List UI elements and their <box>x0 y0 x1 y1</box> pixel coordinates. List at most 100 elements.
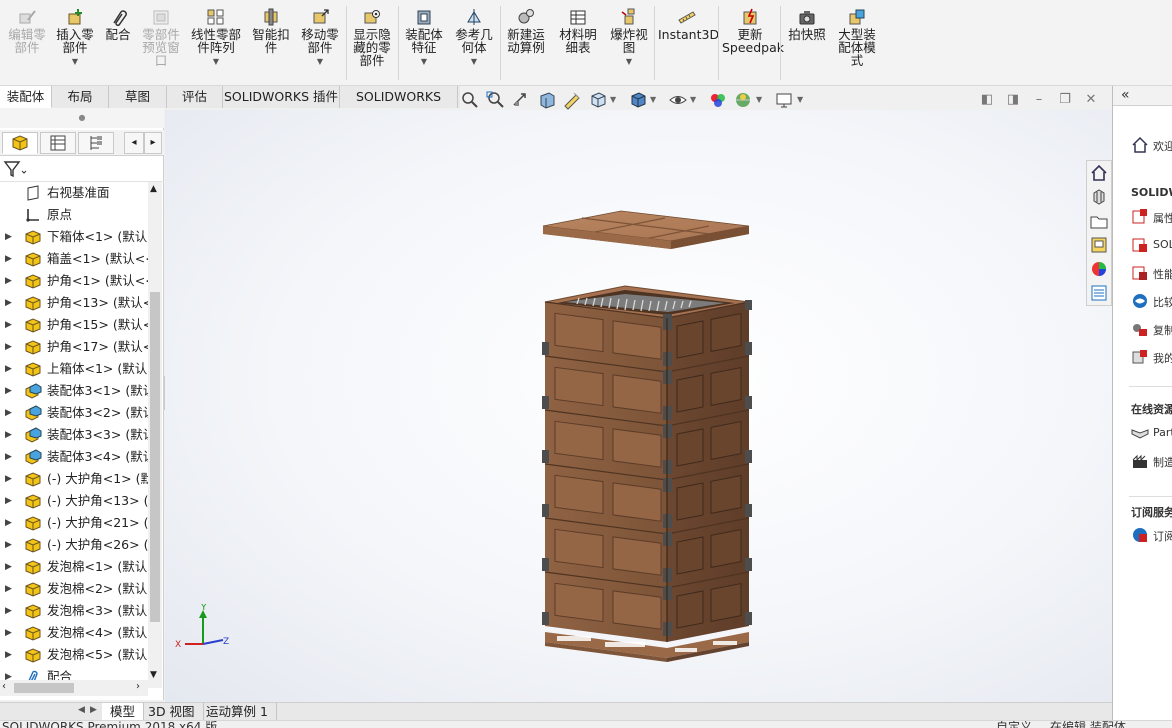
expand-arrow-icon[interactable]: ▶ <box>5 622 12 644</box>
bill-of-materials-button[interactable]: 材料明 细表 <box>554 8 602 54</box>
tab-sketch[interactable]: 草图 <box>109 86 167 108</box>
expand-arrow-icon[interactable]: ▶ <box>5 424 12 446</box>
tree-item[interactable]: ▶ 发泡棉<2> (默认< <box>0 578 148 600</box>
instant3d-button[interactable]: Instant3D <box>658 8 719 41</box>
expand-arrow-icon[interactable]: ▶ <box>5 468 12 490</box>
assembly-features-button[interactable]: 装配体 特征 ▼ <box>400 8 448 68</box>
update-speedpak-button[interactable]: 更新 Speedpak <box>722 8 784 54</box>
tree-item[interactable]: 原点 <box>0 204 148 226</box>
large-assembly-mode-button[interactable]: 大型装 配体模 式 <box>832 8 882 67</box>
expand-arrow-icon[interactable]: ▶ <box>5 490 12 512</box>
box-stack-body[interactable] <box>542 300 752 642</box>
featuremanager-tab[interactable] <box>2 132 38 154</box>
take-snapshot-button[interactable]: 拍快照 <box>784 8 830 41</box>
expand-arrow-icon[interactable]: ▶ <box>5 292 12 314</box>
expand-arrow-icon[interactable]: ▶ <box>5 644 12 666</box>
expand-arrow-icon[interactable]: ▶ <box>5 270 12 292</box>
tree-item[interactable]: ▶ 护角<13> (默认< <box>0 292 148 314</box>
reference-geometry-dropdown-icon[interactable]: ▼ <box>450 55 498 68</box>
tile-right-icon[interactable]: ◨ <box>1006 93 1020 107</box>
tree-item[interactable]: ▶ (-) 大护角<26> (默 <box>0 534 148 556</box>
view-settings-monitor-icon[interactable] <box>774 90 794 110</box>
expand-arrow-icon[interactable]: ▶ <box>5 578 12 600</box>
tree-item[interactable]: ▶ 护角<15> (默认< <box>0 314 148 336</box>
tree-item[interactable]: ▶ 发泡棉<1> (默认< <box>0 556 148 578</box>
box-lid[interactable] <box>542 210 750 249</box>
previous-view-icon[interactable] <box>511 90 531 110</box>
restore-icon[interactable]: ❐ <box>1058 93 1072 107</box>
tab-solidworks-addins[interactable]: SOLIDWORKS 插件 <box>223 86 340 108</box>
hide-show-dropdown-icon[interactable]: ▼ <box>690 95 696 104</box>
tree-item[interactable]: ▶ (-) 大护角<21> (默 <box>0 512 148 534</box>
tree-item[interactable]: ▶ 上箱体<1> (默认< <box>0 358 148 380</box>
tab-evaluate[interactable]: 评估 <box>167 86 223 108</box>
apply-scene-dropdown-icon[interactable]: ▼ <box>756 95 762 104</box>
panel-scroll-right-icon[interactable]: ▸ <box>144 132 162 154</box>
tree-item[interactable]: ▶ 装配体3<4> (默认 <box>0 446 148 468</box>
expand-arrow-icon[interactable]: ▶ <box>5 336 12 358</box>
hide-show-items-icon[interactable] <box>668 90 688 110</box>
tab-layout[interactable]: 布局 <box>52 86 109 108</box>
file-explorer-folder-icon[interactable] <box>1089 211 1109 231</box>
edit-appearance-icon[interactable] <box>708 90 728 110</box>
scroll-up-icon[interactable]: ▲ <box>150 184 157 194</box>
tab-model[interactable]: 模型 <box>102 703 145 720</box>
expand-arrow-icon[interactable]: ▶ <box>5 380 12 402</box>
horizontal-scroll-thumb[interactable] <box>14 683 74 693</box>
move-component-dropdown-icon[interactable]: ▼ <box>296 55 344 68</box>
tree-item[interactable]: ▶ 箱盖<1> (默认<< <box>0 248 148 270</box>
tab-3d-views[interactable]: 3D 视图 <box>140 703 204 720</box>
view-palette-icon[interactable] <box>1089 235 1109 255</box>
mate-button[interactable]: 配合 <box>100 8 136 41</box>
tree-filter[interactable] <box>0 158 164 182</box>
tree-item[interactable]: ▶ (-) 大护角<1> (默 <box>0 468 148 490</box>
display-style-dropdown-icon[interactable]: ▼ <box>650 95 656 104</box>
tree-item[interactable]: ▶ 下箱体<1> (默认< <box>0 226 148 248</box>
expand-arrow-icon[interactable]: ▶ <box>5 600 12 622</box>
exploded-view-dropdown-icon[interactable]: ▼ <box>606 55 652 68</box>
scroll-left-icon[interactable]: ‹ <box>2 681 6 692</box>
zoom-to-fit-icon[interactable] <box>460 90 480 110</box>
task-pane-collapse-button[interactable]: « <box>1113 86 1172 106</box>
tab-scroll-right-icon[interactable]: ▶ <box>90 705 97 715</box>
tab-scroll-left-icon[interactable]: ◀ <box>78 705 85 715</box>
assembly-3d-model[interactable] <box>165 110 1112 702</box>
reference-geometry-button[interactable]: 参考几 何体 ▼ <box>450 8 498 68</box>
view-settings-dropdown-icon[interactable]: ▼ <box>797 95 803 104</box>
exploded-view-button[interactable]: 爆炸视 图 ▼ <box>606 8 652 68</box>
zoom-to-area-icon[interactable] <box>485 90 505 110</box>
panel-grip-handle[interactable]: ● <box>0 108 164 128</box>
tree-item[interactable]: 右视基准面 <box>0 182 148 204</box>
new-motion-study-button[interactable]: 新建运 动算例 <box>502 8 550 54</box>
apply-scene-icon[interactable] <box>733 90 753 110</box>
linear-pattern-button[interactable]: 线性零部 件阵列 ▼ <box>188 8 244 68</box>
dynamic-annotation-icon[interactable] <box>562 90 582 110</box>
design-library-icon[interactable] <box>1089 187 1109 207</box>
tab-solidworks-mbd[interactable]: SOLIDWORKS MBD <box>340 86 458 125</box>
tree-item[interactable]: ▶ 装配体3<3> (默认 <box>0 424 148 446</box>
display-style-icon[interactable] <box>628 90 648 110</box>
expand-arrow-icon[interactable]: ▶ <box>5 248 12 270</box>
assembly-features-dropdown-icon[interactable]: ▼ <box>400 55 448 68</box>
insert-components-button[interactable]: 插入零 部件 ▼ <box>52 8 98 68</box>
expand-arrow-icon[interactable]: ▶ <box>5 402 12 424</box>
panel-scroll-left-icon[interactable]: ◂ <box>124 132 144 154</box>
show-hidden-components-button[interactable]: 显示隐 藏的零 部件 <box>348 8 396 67</box>
expand-arrow-icon[interactable]: ▶ <box>5 446 12 468</box>
tile-left-icon[interactable]: ◧ <box>980 93 994 107</box>
expand-arrow-icon[interactable]: ▶ <box>5 314 12 336</box>
tree-item[interactable]: ▶ 护角<17> (默认< <box>0 336 148 358</box>
graphics-area-viewport[interactable]: Y Z X <box>165 110 1112 702</box>
section-view-icon[interactable] <box>537 90 557 110</box>
scroll-down-icon[interactable]: ▼ <box>150 670 157 680</box>
tree-vertical-scrollbar[interactable]: ▲ ▼ <box>148 182 162 688</box>
custom-properties-icon[interactable] <box>1089 283 1109 303</box>
component-preview-button[interactable]: 零部件 预览窗 口 <box>138 8 184 67</box>
view-orientation-icon[interactable] <box>588 90 608 110</box>
expand-arrow-icon[interactable]: ▶ <box>5 534 12 556</box>
expand-arrow-icon[interactable]: ▶ <box>5 512 12 534</box>
move-component-button[interactable]: 移动零 部件 ▼ <box>296 8 344 68</box>
tab-assembly[interactable]: 装配体 <box>0 86 52 108</box>
scroll-right-icon[interactable]: › <box>136 681 140 692</box>
close-icon[interactable]: ✕ <box>1084 93 1098 107</box>
